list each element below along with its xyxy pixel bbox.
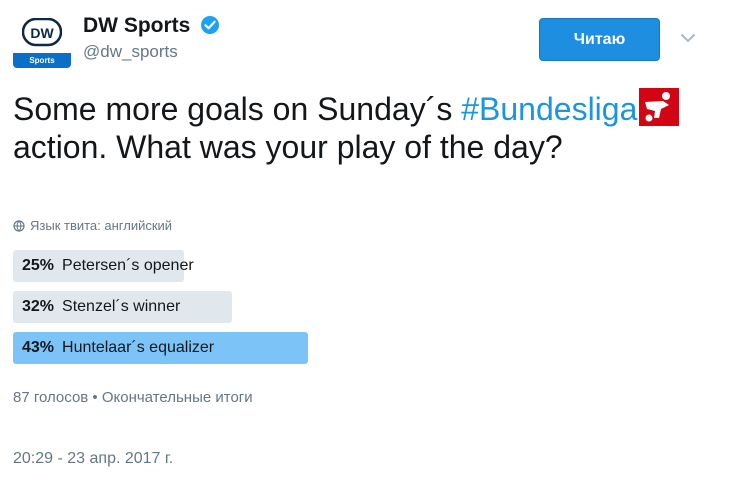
author-name[interactable]: DW Sports (83, 14, 190, 38)
chevron-down-icon[interactable] (680, 32, 696, 44)
avatar-text: DW (30, 25, 54, 41)
bundesliga-logo-icon (639, 88, 680, 126)
poll-percent: 25% (22, 257, 55, 274)
hashtag-link[interactable]: #Bundesliga (461, 91, 637, 127)
poll: 25% Petersen´s opener 32% Stenzel´s winner… (13, 250, 713, 373)
tweet-text-before: Some more goals on Sunday´s (13, 91, 462, 127)
poll-percent: 43% (22, 339, 55, 356)
follow-button[interactable]: Читаю (539, 18, 660, 61)
globe-icon (13, 219, 25, 232)
poll-choice: 32% Stenzel´s winner (13, 291, 713, 323)
poll-meta: 87 голосов • Окончательные итоги (13, 389, 253, 406)
author-handle[interactable]: @dw_sports (83, 42, 178, 62)
poll-label: Stenzel´s winner (62, 298, 181, 315)
avatar[interactable]: DW Sports (13, 12, 71, 68)
tweet-text-after: action. What was your play of the day? (13, 129, 563, 165)
tweet-timestamp[interactable]: 20:29 - 23 апр. 2017 г. (13, 450, 173, 468)
tweet-text: Some more goals on Sunday´s #Bundesliga … (13, 88, 713, 166)
dw-logo-icon: DW (22, 18, 62, 47)
language-note[interactable]: Язык твита: английский (13, 218, 172, 233)
language-note-text: Язык твита: английский (30, 218, 173, 233)
poll-label: Petersen´s opener (62, 257, 194, 274)
poll-percent: 32% (22, 298, 55, 315)
poll-choice: 25% Petersen´s opener (13, 250, 713, 282)
poll-label: Huntelaar´s equalizer (62, 339, 215, 356)
avatar-label: Sports (13, 53, 71, 68)
poll-choice: 43% Huntelaar´s equalizer (13, 332, 713, 364)
verified-badge-icon (201, 16, 219, 34)
